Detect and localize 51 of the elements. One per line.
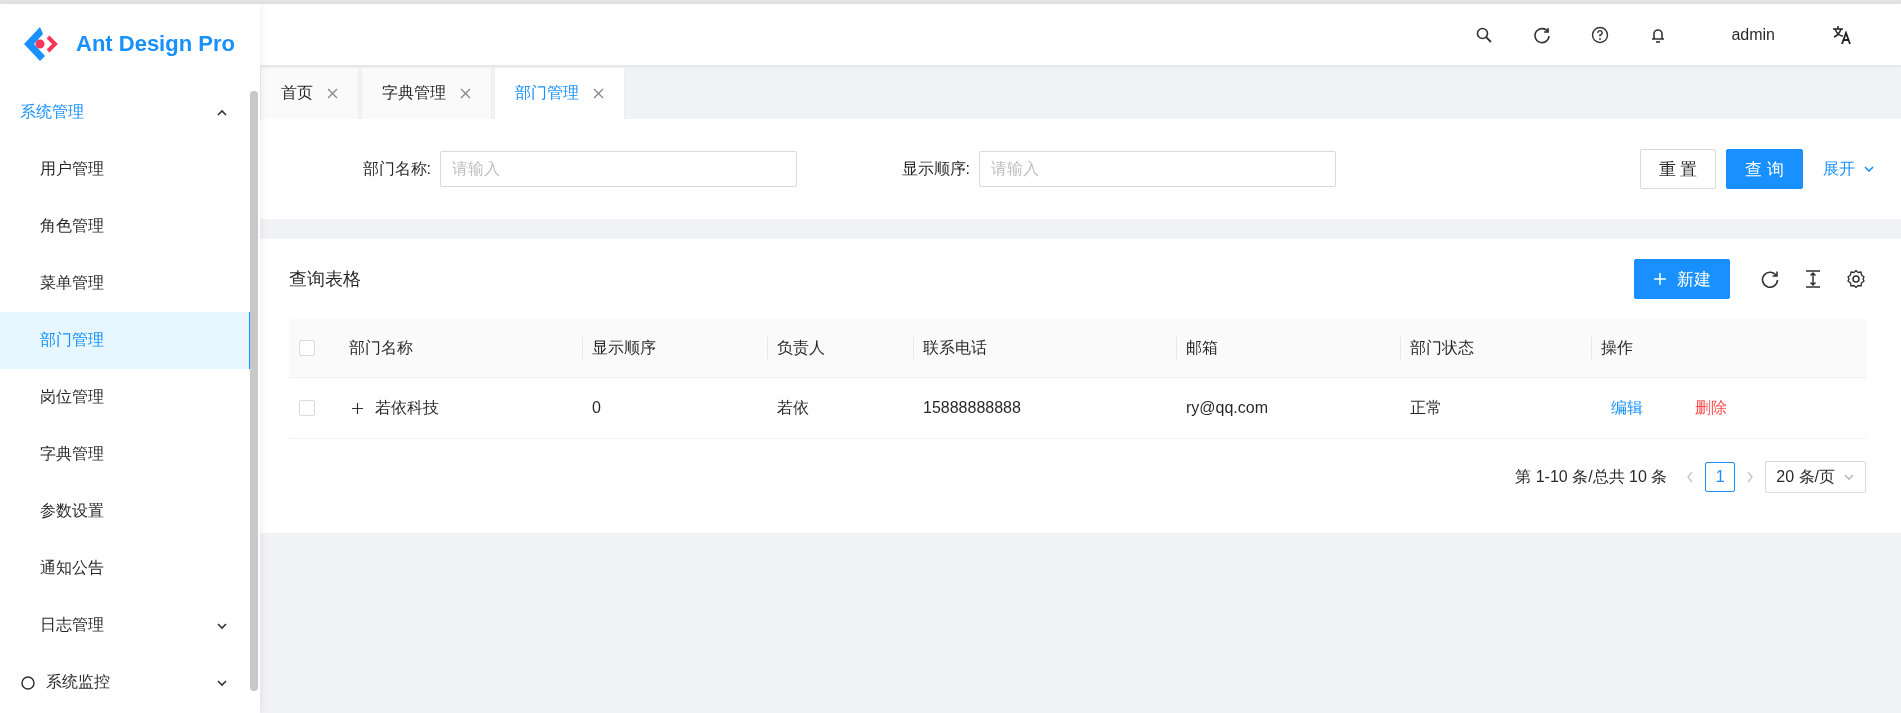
column-height-icon[interactable]	[1804, 269, 1822, 289]
search-icon[interactable]	[1475, 25, 1494, 44]
page-tab[interactable]: 字典管理	[361, 67, 492, 119]
menu-item[interactable]: 通知公告	[0, 540, 252, 597]
menu-item[interactable]: 参数设置	[0, 483, 252, 540]
refresh-icon[interactable]	[1760, 269, 1780, 289]
checkbox[interactable]	[299, 340, 315, 356]
user-name[interactable]: admin	[1731, 25, 1775, 44]
pagination-summary: 第 1-10 条/总共 10 条	[1515, 466, 1668, 487]
table-cell: 15888888888	[923, 399, 1021, 417]
column-header: 负责人	[777, 337, 825, 358]
column-header: 操作	[1601, 337, 1633, 358]
table-cell-text: 正常	[1410, 397, 1442, 418]
table-cell: ry@qq.com	[1186, 399, 1269, 417]
menu-item[interactable]: 菜单管理	[0, 255, 252, 312]
menu-item[interactable]: 角色管理	[0, 198, 252, 255]
table-cell-text: 若依科技	[375, 397, 439, 418]
table-cell-text: 若依	[777, 397, 809, 418]
column-header: 部门名称	[349, 337, 413, 358]
input-field[interactable]: 请输入	[440, 151, 797, 187]
scrollbar[interactable]	[250, 91, 258, 691]
close-icon[interactable]	[593, 88, 604, 99]
menu-item[interactable]: 字典管理	[0, 426, 252, 483]
input-field[interactable]: 请输入	[979, 151, 1336, 187]
column-header: 邮箱	[1186, 337, 1218, 358]
translate-icon[interactable]	[1832, 24, 1852, 45]
help-icon[interactable]	[1591, 25, 1610, 44]
column-header: 部门状态	[1410, 337, 1474, 358]
chevron-down-icon	[1863, 163, 1875, 175]
field-label: 部门名称:	[361, 158, 432, 179]
page-tab[interactable]: 首页	[260, 67, 359, 119]
close-icon[interactable]	[327, 88, 338, 99]
logo-text: Ant Design Pro	[76, 31, 235, 57]
reset-button[interactable]: 重 置	[1639, 149, 1717, 189]
menu-item[interactable]: 用户管理	[0, 141, 252, 198]
column-header: 显示顺序	[592, 337, 656, 358]
expand-icon[interactable]	[349, 400, 365, 416]
refresh-icon[interactable]	[1533, 25, 1552, 44]
menu-group[interactable]: 系统监控	[0, 654, 252, 711]
plus-icon	[1653, 272, 1667, 286]
settings-icon[interactable]	[1846, 269, 1866, 289]
field-label: 显示顺序:	[900, 158, 971, 179]
menu-item[interactable]: 岗位管理	[0, 369, 252, 426]
chevron-down-icon	[1843, 471, 1855, 483]
column-header: 联系电话	[923, 337, 987, 358]
checkbox[interactable]	[299, 400, 315, 416]
page-size-select[interactable]: 20 条/页	[1765, 461, 1866, 493]
menu-item[interactable]: 日志管理	[0, 597, 252, 654]
close-icon[interactable]	[460, 88, 471, 99]
table-cell: 0	[592, 399, 601, 417]
card-title: 查询表格	[289, 268, 361, 291]
